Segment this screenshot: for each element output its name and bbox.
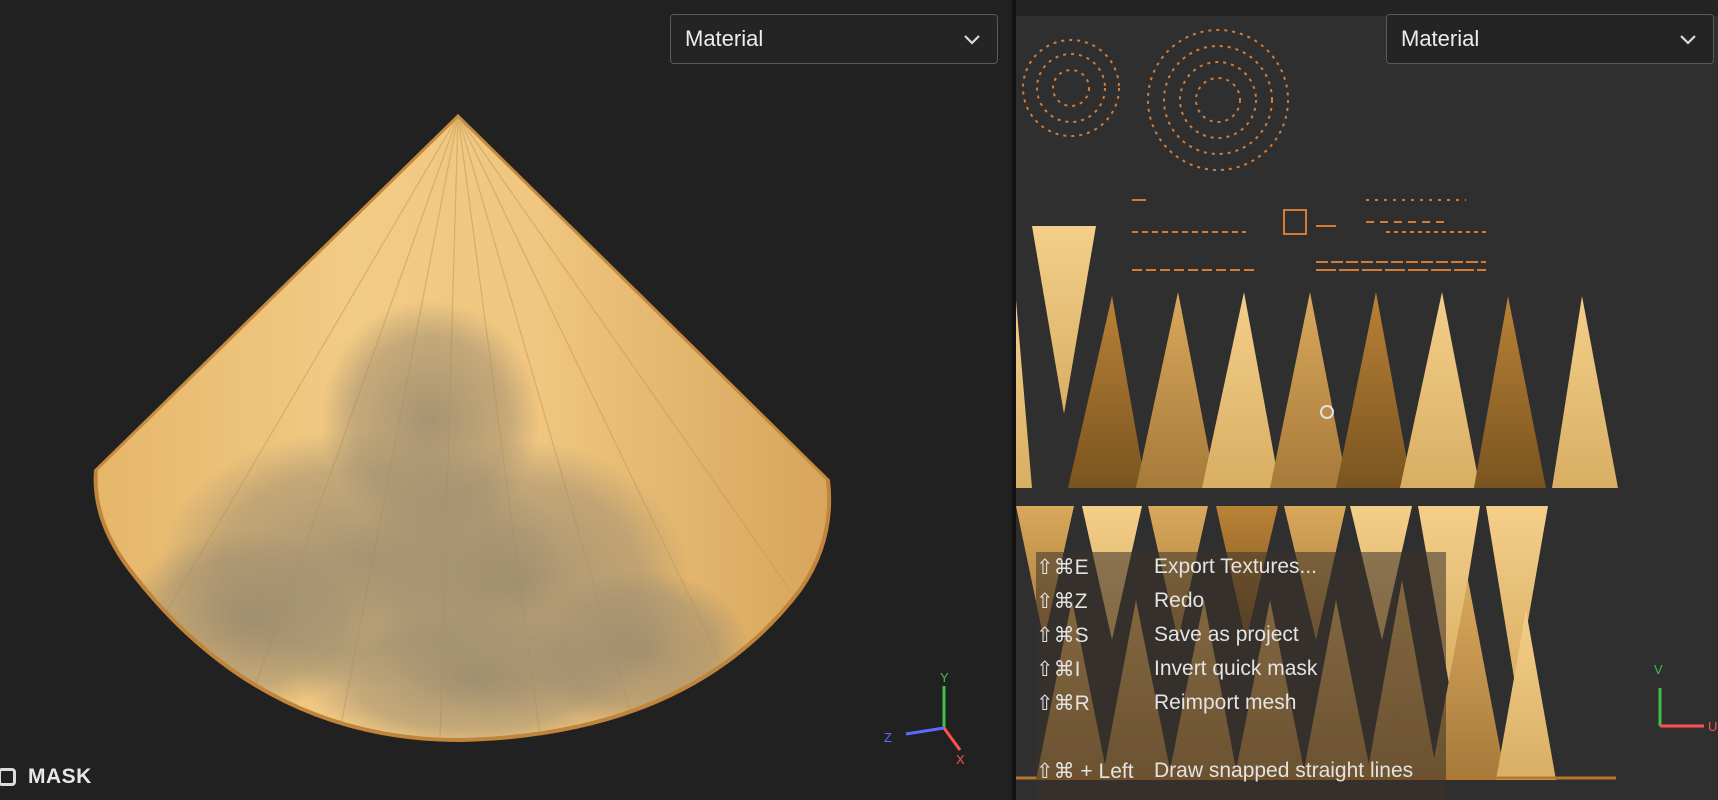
shortcut-row: ⇧⌘S Save as project [1036,620,1299,650]
axis-z-label: Z [884,730,892,745]
shortcut-row: ⇧⌘I Invert quick mask [1036,654,1317,684]
shortcut-key: ⇧⌘ + Left [1036,759,1134,783]
shortcut-action: Draw snapped straight lines [1154,759,1414,782]
mask-toggle[interactable]: MASK [0,764,92,790]
axis-v-label: V [1654,662,1663,677]
viewport-3d[interactable]: Material Y Z X MASK [0,0,1012,800]
mask-label: MASK [28,765,92,788]
material-mode-select[interactable]: Material [670,14,998,64]
axis-gizmo-3d: Y Z X [884,670,965,767]
shortcut-row: ⇧⌘E Export Textures... [1036,552,1317,582]
chevron-down-icon [1680,35,1696,45]
shortcut-key: ⇧⌘E [1036,555,1089,579]
shortcut-action: Reimport mesh [1154,691,1297,714]
shortcut-key: ⇧⌘S [1036,623,1089,647]
shortcut-action: Save as project [1154,623,1299,646]
chevron-down-icon [964,35,980,45]
shortcut-key: ⇧⌘Z [1036,589,1088,613]
shortcut-key: ⇧⌘I [1036,657,1081,681]
shortcut-action: Export Textures... [1154,555,1318,578]
material-mode-select-2d[interactable]: Material [1386,14,1714,64]
shortcut-key: ⇧⌘R [1036,691,1090,715]
shortcut-row: ⇧⌘ + Left Draw snapped straight lines [1036,756,1413,786]
uv-axis-gizmo: V U [1654,662,1717,734]
shortcut-action: Invert quick mask [1154,657,1318,680]
3d-scene[interactable] [0,0,1012,800]
hat-mesh [93,113,832,743]
material-mode-value-2d: Material [1401,26,1480,51]
mask-checkbox-icon[interactable] [0,768,16,786]
axis-x-label: X [956,752,965,767]
shortcut-action: Redo [1154,589,1205,612]
shortcut-row: ⇧⌘R Reimport mesh [1036,688,1296,718]
axis-u-label: U [1708,719,1717,734]
shortcut-row: ⇧⌘Z Redo [1036,586,1204,616]
material-mode-value: Material [685,26,764,51]
axis-y-label: Y [940,670,949,685]
